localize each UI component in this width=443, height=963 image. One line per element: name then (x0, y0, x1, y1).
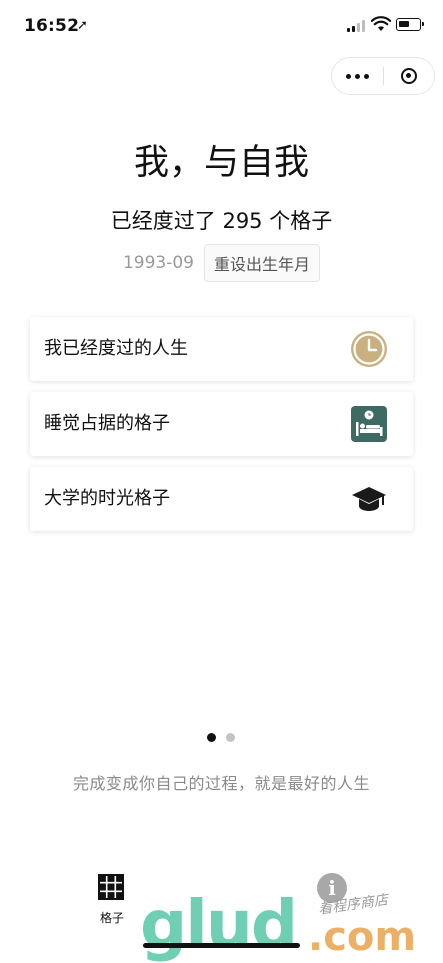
tab-label: 格子 (99, 911, 124, 925)
birth-row: 1993-09 重设出生年月 (0, 244, 443, 282)
birth-date: 1993-09 (122, 253, 194, 273)
page-indicator (207, 733, 237, 743)
home-indicator (143, 943, 300, 948)
card-label: 睡觉占据的格子 (44, 413, 170, 434)
wifi-icon (371, 16, 391, 31)
capsule-menu (331, 57, 435, 95)
tab-info[interactable]: i (314, 871, 354, 921)
grid-icon (98, 874, 124, 900)
card-university[interactable]: 大学的时光格子 (30, 467, 413, 531)
close-miniprogram-button[interactable] (384, 58, 434, 94)
battery-icon (396, 18, 424, 31)
status-time: 16:52 (24, 16, 80, 36)
card-sleep[interactable]: 睡觉占据的格子 (30, 392, 413, 456)
page-title: 我，与自我 (133, 143, 309, 183)
motto-text: 完成变成你自己的过程，就是最好的人生 (72, 774, 370, 793)
more-dots-icon[interactable] (332, 58, 383, 94)
target-circle-icon (401, 68, 417, 84)
page-dot[interactable] (226, 733, 235, 742)
card-life-passed[interactable]: 我已经度过的人生 (30, 317, 413, 381)
status-bar: 16:52 ➚ (0, 0, 443, 56)
cellular-signal-icon (347, 20, 366, 32)
bed-icon (351, 406, 387, 442)
tab-grid[interactable]: 格子 (92, 871, 132, 925)
page-dot-active[interactable] (207, 733, 216, 742)
info-icon: i (317, 873, 347, 903)
grids-passed-text: 已经度过了 295 个格子 (110, 209, 333, 233)
location-arrow-icon: ➚ (77, 18, 88, 33)
card-label: 我已经度过的人生 (44, 338, 188, 359)
graduation-cap-icon (352, 487, 386, 511)
reset-birth-button[interactable]: 重设出生年月 (204, 244, 321, 282)
clock-icon (351, 331, 387, 367)
card-label: 大学的时光格子 (44, 488, 170, 509)
